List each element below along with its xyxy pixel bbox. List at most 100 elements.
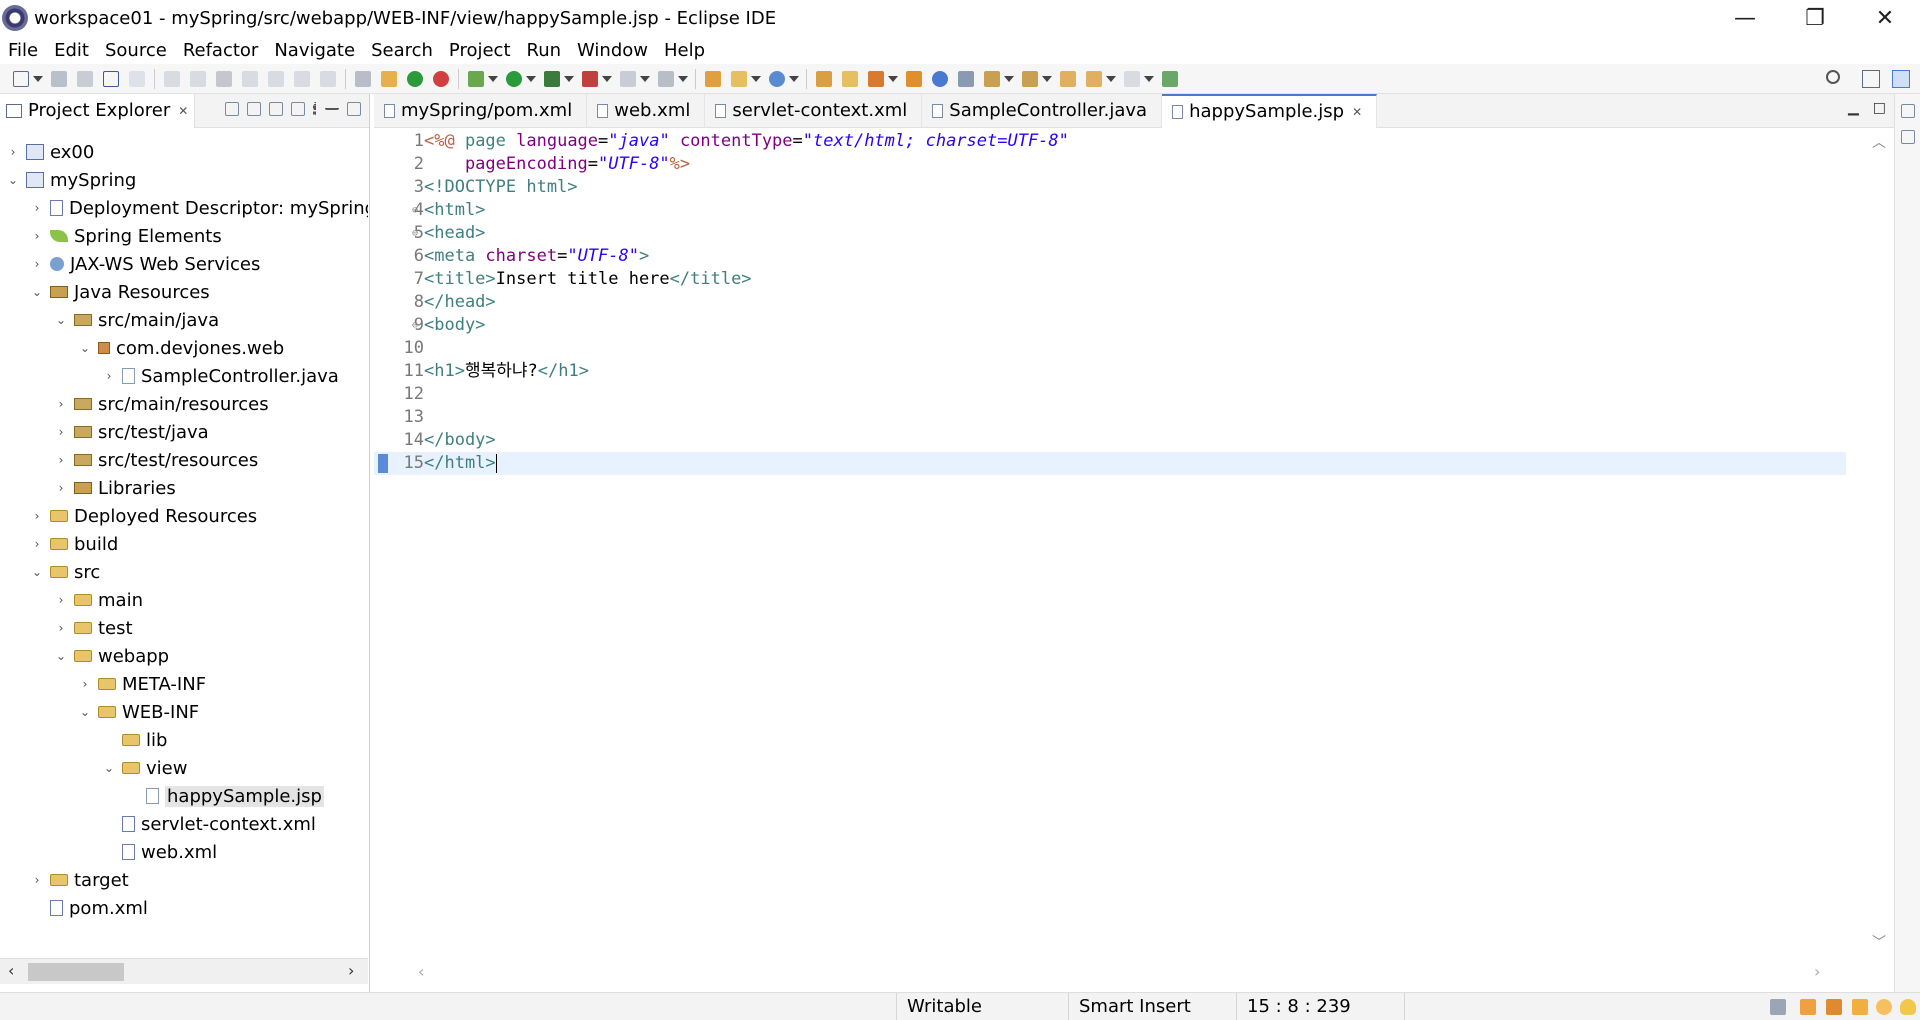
console-icon[interactable]: [103, 70, 119, 87]
run-icon[interactable]: [506, 70, 522, 87]
scroll-down-icon[interactable]: ﹀: [1872, 932, 1886, 952]
collapse-icon[interactable]: ⌄: [30, 285, 44, 299]
restore-view-icon[interactable]: [1901, 104, 1915, 118]
expand-icon[interactable]: ›: [30, 873, 44, 887]
annotation-icon[interactable]: [958, 70, 974, 87]
filter-icon[interactable]: [269, 102, 283, 116]
last-edit-icon[interactable]: [1060, 70, 1076, 87]
menu-file[interactable]: File: [0, 40, 46, 61]
settings-icon[interactable]: [1876, 999, 1892, 1015]
tab-servlet-context-xml[interactable]: servlet-context.xml: [705, 93, 923, 128]
next-annotation-dropdown-icon[interactable]: [1004, 75, 1014, 82]
tree-item-jax-ws[interactable]: › JAX-WS Web Services: [30, 250, 261, 278]
tree-item-libraries[interactable]: › Libraries: [54, 474, 176, 502]
coverage-dropdown-icon[interactable]: [564, 75, 574, 82]
prev-annotation-icon[interactable]: [1022, 70, 1038, 87]
skip-breakpoints-icon[interactable]: [129, 70, 145, 87]
close-tab-icon[interactable]: ✕: [1352, 105, 1362, 119]
tree-item-web-inf[interactable]: ⌄ WEB-INF: [78, 698, 199, 726]
new-package-icon[interactable]: [731, 70, 747, 87]
tree-item-src-main-resources[interactable]: › src/main/resources: [54, 390, 269, 418]
expand-icon[interactable]: ›: [54, 481, 68, 495]
expand-icon[interactable]: ›: [54, 397, 68, 411]
progress-icon[interactable]: [1770, 999, 1786, 1015]
view-menu-icon[interactable]: [313, 102, 317, 116]
step-over-icon[interactable]: [294, 70, 310, 87]
menu-navigate[interactable]: Navigate: [266, 40, 363, 61]
editor-vertical-scrollbar[interactable]: ︿ ﹀: [1862, 130, 1894, 960]
outline-view-icon[interactable]: [1901, 130, 1915, 144]
open-type-icon[interactable]: [816, 70, 832, 87]
publish-dropdown-icon[interactable]: [678, 75, 688, 82]
fold-icon[interactable]: ⊖: [412, 222, 418, 245]
disconnect-icon[interactable]: [242, 70, 258, 87]
scroll-right-icon[interactable]: ›: [1814, 962, 1820, 981]
expand-icon[interactable]: ›: [54, 425, 68, 439]
tree-item-test[interactable]: › test: [54, 614, 133, 642]
search-dropdown-icon[interactable]: [888, 75, 898, 82]
debug-icon[interactable]: [468, 70, 484, 87]
menu-project[interactable]: Project: [441, 40, 519, 61]
expand-icon[interactable]: ›: [30, 201, 44, 215]
collapse-icon[interactable]: ⌄: [30, 565, 44, 579]
menu-run[interactable]: Run: [519, 40, 570, 61]
menu-window[interactable]: Window: [569, 40, 656, 61]
tree-item-src-main-java[interactable]: ⌄ src/main/java: [54, 306, 219, 334]
expand-icon[interactable]: ›: [54, 593, 68, 607]
expand-icon[interactable]: ›: [102, 369, 116, 383]
collapse-icon[interactable]: ⌄: [102, 761, 116, 775]
new-icon[interactable]: [13, 70, 29, 87]
back-icon[interactable]: [1086, 70, 1102, 87]
search-toolbar-icon[interactable]: [868, 70, 884, 87]
open-task-icon[interactable]: [842, 70, 858, 87]
tree-item-spring-elements[interactable]: › Spring Elements: [30, 222, 222, 250]
terminate-icon[interactable]: [216, 70, 232, 87]
collapse-icon[interactable]: ⌄: [6, 173, 20, 187]
new-java-project-icon[interactable]: [705, 70, 721, 87]
menu-edit[interactable]: Edit: [46, 40, 97, 61]
expand-icon[interactable]: ›: [30, 229, 44, 243]
tree-item-lib[interactable]: lib: [102, 726, 167, 754]
tree-item-ex00[interactable]: › ex00: [6, 138, 95, 166]
tasks-icon[interactable]: [1826, 999, 1842, 1015]
maximize-view-icon[interactable]: [347, 102, 361, 116]
stop-server-icon[interactable]: [620, 70, 636, 87]
expand-icon[interactable]: ›: [30, 257, 44, 271]
expand-icon[interactable]: ›: [30, 537, 44, 551]
collapse-all-icon[interactable]: [225, 102, 239, 116]
search-icon[interactable]: [1826, 70, 1840, 84]
open-resource-icon[interactable]: [906, 70, 922, 87]
forward-dropdown-icon[interactable]: [1144, 75, 1154, 82]
external-tools-dropdown-icon[interactable]: [602, 75, 612, 82]
maximize-editor-icon[interactable]: □: [1873, 100, 1886, 116]
open-perspective-icon[interactable]: [1862, 70, 1880, 88]
tree-item-build[interactable]: › build: [30, 530, 119, 558]
menu-help[interactable]: Help: [656, 40, 713, 61]
step-into-icon[interactable]: [268, 70, 284, 87]
restore-button[interactable]: ❐: [1780, 0, 1850, 36]
menu-search[interactable]: Search: [363, 40, 441, 61]
close-button[interactable]: ✕: [1850, 0, 1920, 36]
menu-refactor[interactable]: Refactor: [175, 40, 267, 61]
save-all-icon[interactable]: [77, 70, 93, 87]
collapse-icon[interactable]: ⌄: [78, 341, 92, 355]
collapse-icon[interactable]: ⌄: [54, 649, 68, 663]
tree-item-deployed-resources[interactable]: › Deployed Resources: [30, 502, 258, 530]
new-dropdown-icon[interactable]: [33, 75, 43, 82]
minimize-editor-icon[interactable]: ▁: [1848, 100, 1859, 116]
run-dropdown-icon[interactable]: [526, 75, 536, 82]
tree-item-target[interactable]: › target: [30, 866, 129, 894]
expand-icon[interactable]: ›: [6, 145, 20, 159]
tree-item-src-test-resources[interactable]: › src/test/resources: [54, 446, 259, 474]
tree-item-src-test-java[interactable]: › src/test/java: [54, 418, 209, 446]
expand-icon[interactable]: ›: [30, 509, 44, 523]
tab-web-xml[interactable]: web.xml: [587, 93, 706, 128]
tree-item-package[interactable]: ⌄ com.devjones.web: [78, 334, 284, 362]
tree-item-meta-inf[interactable]: › META-INF: [78, 670, 206, 698]
tree-item-pom-xml[interactable]: pom.xml: [30, 894, 148, 922]
notifications-icon[interactable]: [1800, 999, 1816, 1015]
tab-happysample-jsp[interactable]: happySample.jsp ✕: [1162, 93, 1378, 128]
tree-item-java-resources[interactable]: ⌄ Java Resources: [30, 278, 210, 306]
scroll-right-icon[interactable]: ›: [348, 961, 354, 980]
menu-source[interactable]: Source: [97, 40, 175, 61]
